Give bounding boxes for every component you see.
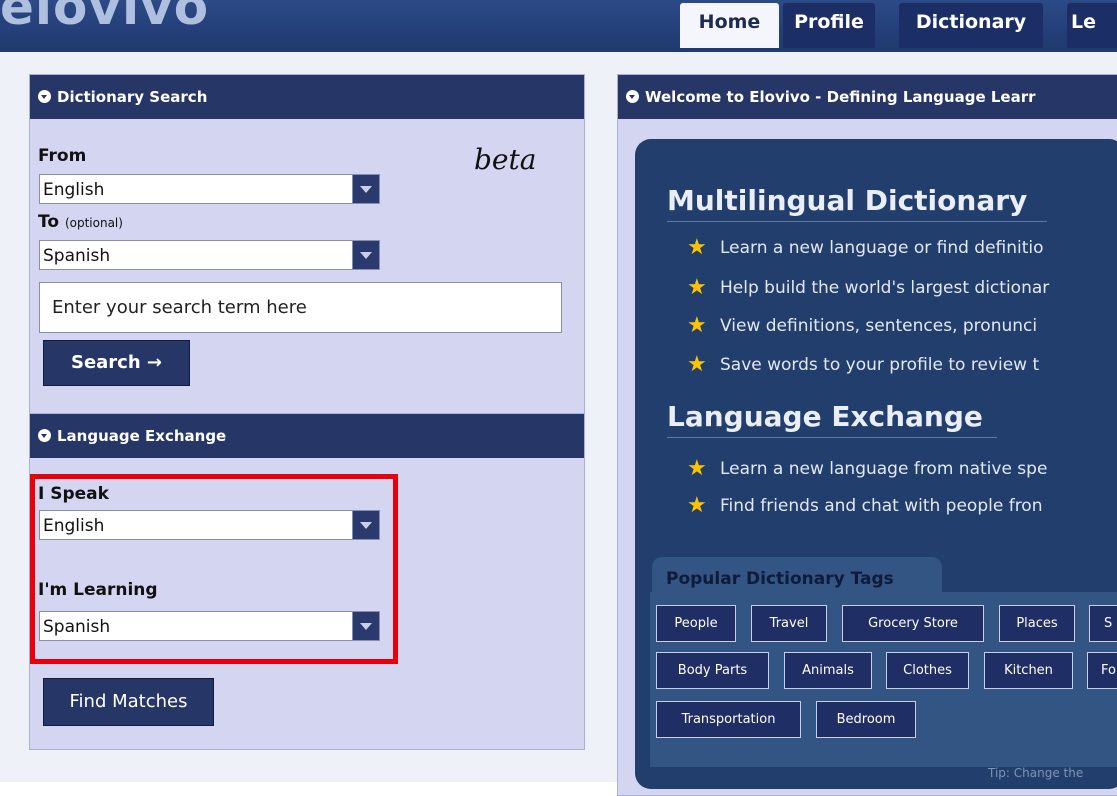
collapse-icon[interactable]	[38, 428, 51, 442]
welcome-header: Welcome to Elovivo - Defining Language L…	[618, 75, 1117, 119]
feature-item: ★ Learn a new language or find definitio	[687, 236, 1044, 260]
tag-kitchen[interactable]: Kitchen	[984, 652, 1073, 689]
from-language-select[interactable]: English	[39, 174, 380, 204]
tag-travel[interactable]: Travel	[751, 605, 827, 642]
from-language-value: English	[43, 180, 105, 200]
tag-partial-fo[interactable]: Fo	[1087, 652, 1117, 689]
to-language-select[interactable]: Spanish	[39, 240, 380, 270]
to-label-text: To	[38, 212, 60, 232]
from-label: From	[38, 146, 87, 166]
star-icon: ★	[687, 352, 707, 377]
feature-text: Help build the world's largest dictionar	[720, 278, 1050, 298]
tag-animals[interactable]: Animals	[784, 652, 872, 689]
tag-partial-s[interactable]: S	[1089, 605, 1117, 642]
tip-text: Tip: Change the	[988, 766, 1084, 780]
feature-text: Find friends and chat with people fron	[720, 496, 1043, 516]
to-label: To (optional)	[38, 212, 123, 232]
tag-clothes[interactable]: Clothes	[886, 652, 969, 689]
chevron-down-icon[interactable]	[352, 175, 379, 203]
tab-dictionary[interactable]: Dictionary	[899, 3, 1043, 48]
tag-transportation[interactable]: Transportation	[656, 701, 801, 738]
welcome-title: Welcome to Elovivo - Defining Language L…	[645, 88, 1036, 106]
feature-text: Save words to your profile to review t	[720, 355, 1040, 375]
beta-label: beta	[474, 143, 537, 176]
find-matches-button[interactable]: Find Matches	[43, 678, 214, 726]
to-language-value: Spanish	[43, 246, 111, 266]
tag-bedroom[interactable]: Bedroom	[816, 701, 916, 738]
collapse-icon[interactable]	[626, 89, 639, 103]
star-icon: ★	[687, 493, 707, 518]
feature-item: ★ View definitions, sentences, pronunci	[687, 314, 1037, 338]
tag-body-parts[interactable]: Body Parts	[656, 652, 769, 689]
language-exchange-heading: Language Exchange	[667, 400, 997, 438]
tag-people[interactable]: People	[656, 605, 736, 642]
dictionary-search-header: Dictionary Search	[30, 75, 584, 119]
star-icon: ★	[687, 275, 707, 300]
multilingual-dictionary-heading: Multilingual Dictionary	[667, 184, 1047, 222]
tab-profile[interactable]: Profile	[783, 3, 875, 48]
feature-item: ★ Learn a new language from native spe	[687, 457, 1047, 481]
to-optional-hint: (optional)	[64, 216, 123, 230]
feature-item: ★ Save words to your profile to review t	[687, 353, 1039, 377]
feature-text: Learn a new language or find definitio	[720, 238, 1044, 258]
star-icon: ★	[687, 313, 707, 338]
star-icon: ★	[687, 235, 707, 260]
popular-tags-title: Popular Dictionary Tags	[652, 557, 942, 594]
tag-places[interactable]: Places	[999, 605, 1075, 642]
tab-learning[interactable]: Le	[1067, 3, 1117, 48]
language-exchange-title: Language Exchange	[57, 427, 227, 445]
feature-text: Learn a new language from native spe	[720, 459, 1048, 479]
site-header: elovivo Home Profile Dictionary Le	[0, 0, 1117, 52]
chevron-down-icon[interactable]	[352, 241, 379, 269]
feature-text: View definitions, sentences, pronunci	[720, 316, 1038, 336]
dictionary-search-title: Dictionary Search	[57, 88, 208, 106]
star-icon: ★	[687, 456, 707, 481]
search-input[interactable]: Enter your search term here	[39, 282, 562, 333]
language-selection-highlight	[30, 474, 398, 664]
tab-home[interactable]: Home	[680, 3, 779, 48]
feature-item: ★ Help build the world's largest dictiona…	[687, 276, 1049, 300]
language-exchange-header: Language Exchange	[30, 414, 584, 458]
tag-grocery-store[interactable]: Grocery Store	[842, 605, 984, 642]
feature-item: ★ Find friends and chat with people fron	[687, 494, 1043, 518]
collapse-icon[interactable]	[38, 89, 51, 103]
site-logo[interactable]: elovivo	[0, 0, 209, 36]
search-button[interactable]: Search →	[43, 340, 190, 386]
